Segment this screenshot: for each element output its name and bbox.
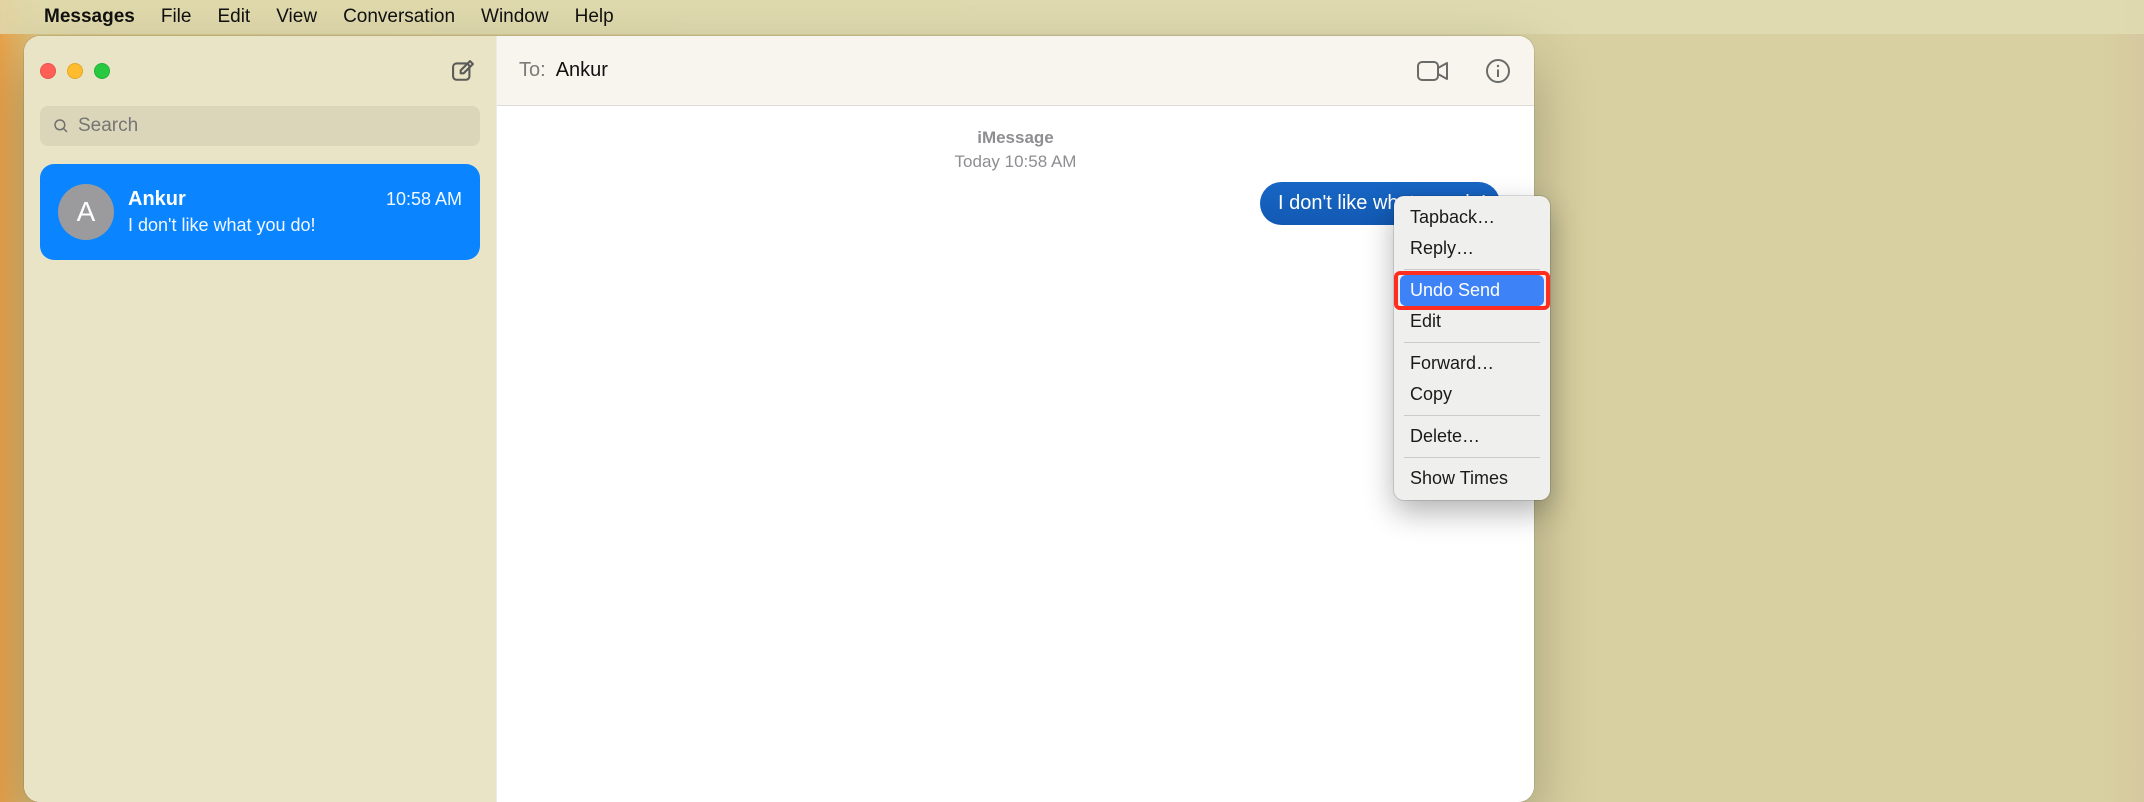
menubar-app[interactable]: Messages: [44, 6, 135, 28]
zoom-window-button[interactable]: [94, 63, 110, 79]
context-menu-item-show-times[interactable]: Show Times: [1400, 463, 1544, 494]
conversation-preview: I don't like what you do!: [128, 215, 462, 236]
menubar-item-file[interactable]: File: [161, 6, 192, 28]
thread-timestamp: iMessage Today 10:58 AM: [517, 126, 1514, 174]
context-menu-item-forward[interactable]: Forward…: [1400, 348, 1544, 379]
menubar-item-edit[interactable]: Edit: [217, 6, 250, 28]
recipient-name[interactable]: Ankur: [556, 59, 608, 82]
sidebar-toolbar: [24, 36, 496, 106]
conversation-time: 10:58 AM: [386, 189, 462, 210]
compose-button[interactable]: [446, 54, 480, 88]
close-window-button[interactable]: [40, 63, 56, 79]
conversation-row[interactable]: A Ankur 10:58 AM I don't like what you d…: [40, 164, 480, 260]
compose-icon: [449, 57, 477, 85]
conversation-name: Ankur: [128, 188, 186, 211]
service-label: iMessage: [517, 126, 1514, 150]
window-controls: [40, 63, 110, 79]
message-thread: iMessage Today 10:58 AM I don't like wha…: [497, 106, 1534, 802]
menubar-item-conversation[interactable]: Conversation: [343, 6, 455, 28]
context-menu-separator: [1404, 415, 1540, 416]
video-icon: [1416, 58, 1450, 84]
message-context-menu: Tapback…Reply… Undo SendEdit Forward…Copy D…: [1394, 196, 1550, 500]
to-label: To:: [519, 59, 546, 82]
menubar-item-help[interactable]: Help: [575, 6, 614, 28]
menubar-item-view[interactable]: View: [276, 6, 317, 28]
info-button[interactable]: [1484, 57, 1512, 85]
conversation-header: To: Ankur: [497, 36, 1534, 106]
context-menu-separator: [1404, 269, 1540, 270]
search-field[interactable]: [40, 106, 480, 146]
conversation-text: Ankur 10:58 AM I don't like what you do!: [128, 188, 462, 236]
context-menu-item-copy[interactable]: Copy: [1400, 379, 1544, 410]
sidebar: A Ankur 10:58 AM I don't like what you d…: [24, 36, 496, 802]
conversation-pane: To: Ankur iMessage Today 10:58 AM I don'…: [496, 36, 1534, 802]
context-menu-separator: [1404, 342, 1540, 343]
context-menu-item-undo-send[interactable]: Undo Send: [1400, 275, 1544, 306]
facetime-button[interactable]: [1416, 58, 1450, 84]
timestamp-label: Today 10:58 AM: [517, 150, 1514, 174]
search-icon: [52, 117, 70, 135]
context-menu-item-edit[interactable]: Edit: [1400, 306, 1544, 337]
search-input[interactable]: [78, 115, 468, 137]
info-icon: [1484, 57, 1512, 85]
context-menu-separator: [1404, 457, 1540, 458]
minimize-window-button[interactable]: [67, 63, 83, 79]
context-menu-item-delete[interactable]: Delete…: [1400, 421, 1544, 452]
menubar-item-window[interactable]: Window: [481, 6, 549, 28]
avatar: A: [58, 184, 114, 240]
context-menu-item-reply[interactable]: Reply…: [1400, 233, 1544, 264]
messages-window: A Ankur 10:58 AM I don't like what you d…: [24, 36, 1534, 802]
context-menu-item-tapback[interactable]: Tapback…: [1400, 202, 1544, 233]
menubar: Messages File Edit View Conversation Win…: [0, 0, 2144, 34]
